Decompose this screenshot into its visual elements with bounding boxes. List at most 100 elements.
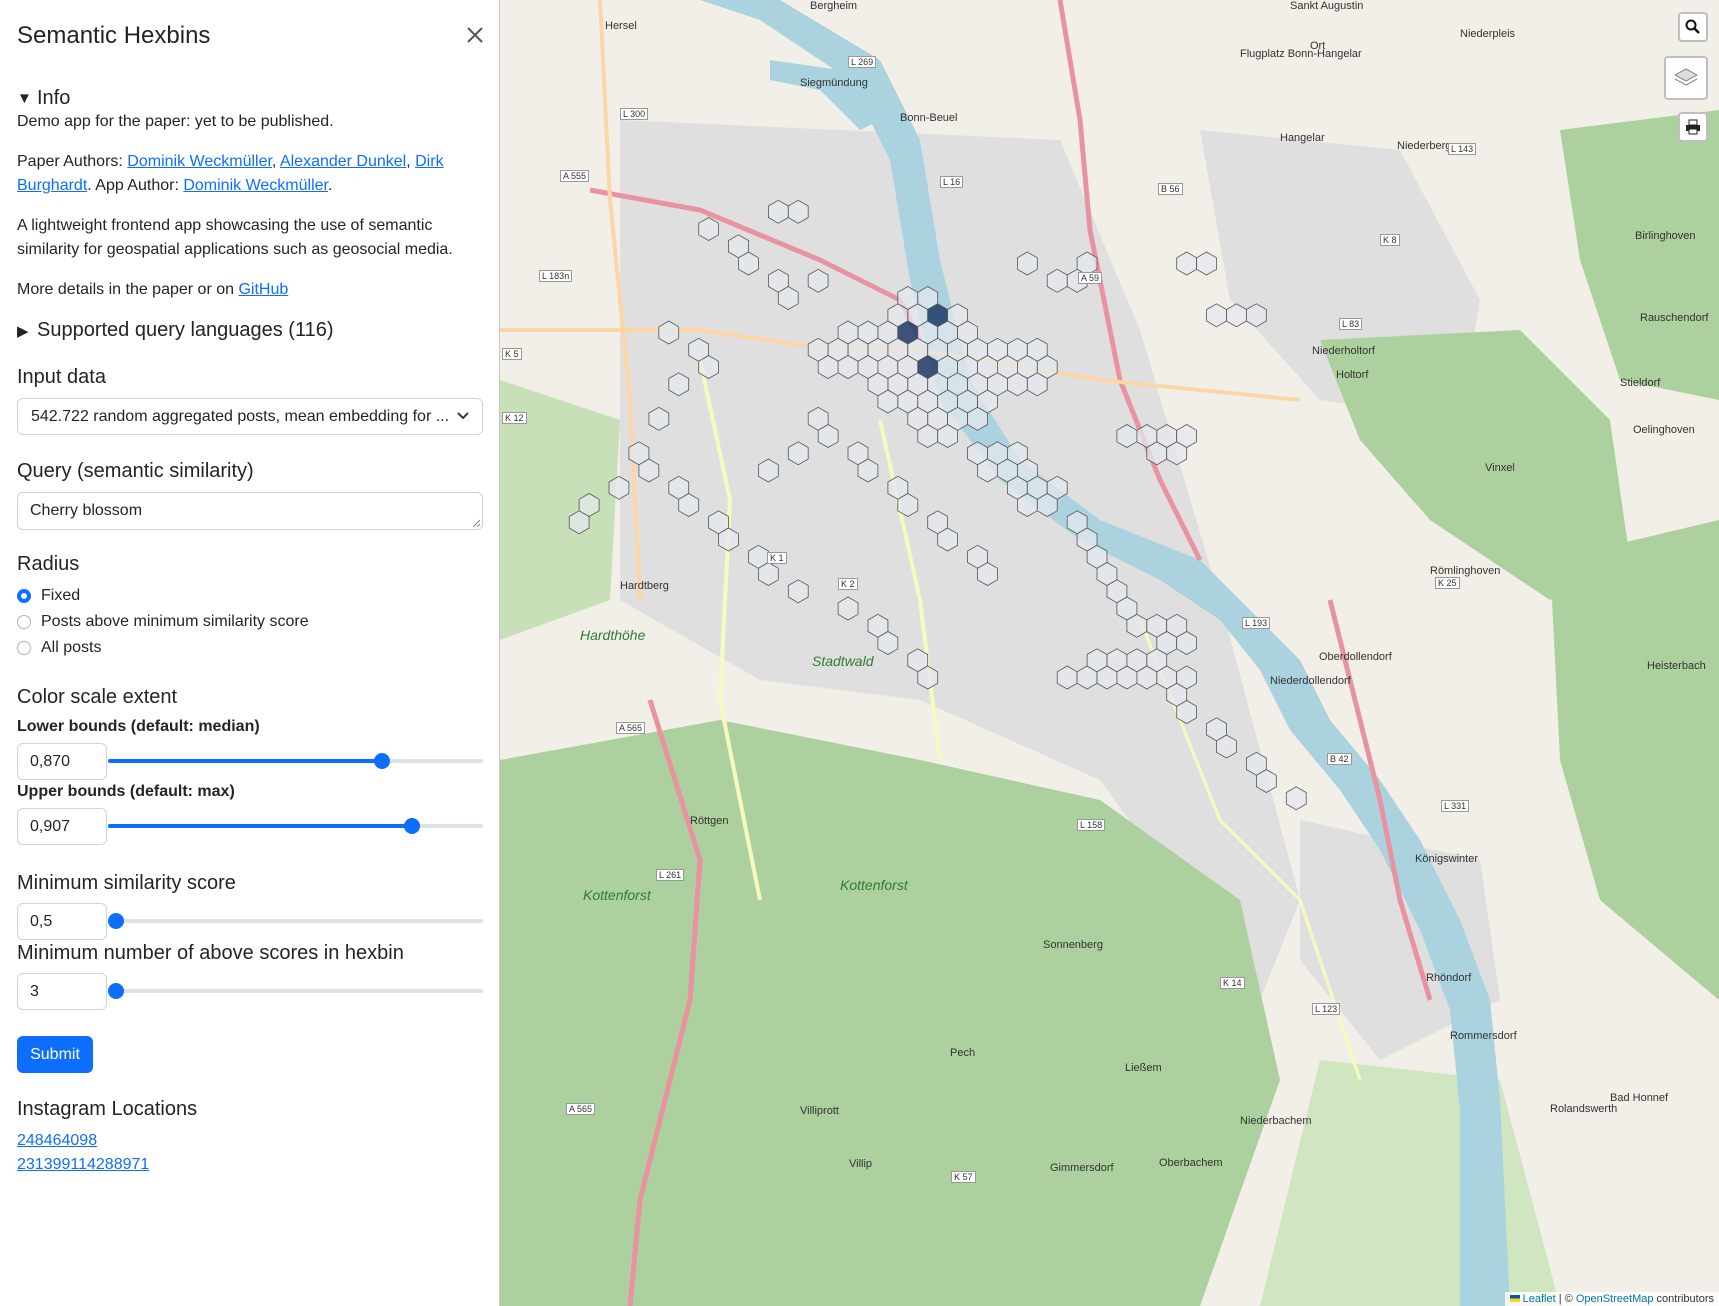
road-label: K 25 xyxy=(1435,577,1460,589)
info-summary-label: Info xyxy=(37,87,71,109)
author-separator: , xyxy=(406,153,416,170)
author-link-1[interactable]: Dominik Weckmüller xyxy=(127,153,272,170)
close-icon xyxy=(467,27,483,43)
road-label: B 42 xyxy=(1327,753,1352,765)
road-label: K 12 xyxy=(502,412,527,424)
color-scale-label: Color scale extent xyxy=(17,686,178,708)
road-label: K 2 xyxy=(838,578,858,590)
min-count-input[interactable]: 3 xyxy=(17,973,107,1010)
road-label: K 8 xyxy=(1380,234,1400,246)
attribution-separator: | © xyxy=(1555,1293,1576,1305)
map-place-label: Villiprott xyxy=(800,1105,839,1117)
map-place-label: Hardtberg xyxy=(620,580,669,592)
map-place-label: Villip xyxy=(849,1158,873,1170)
map-place-label: Niederpleis xyxy=(1460,28,1516,40)
map-place-label: Flugplatz Bonn-Hangelar xyxy=(1240,48,1362,60)
submit-button[interactable]: Submit xyxy=(17,1036,93,1073)
input-data-value: 542.722 random aggregated posts, mean em… xyxy=(31,408,450,425)
close-button[interactable] xyxy=(462,22,488,48)
road-label: K 14 xyxy=(1220,977,1245,989)
map-place-label: Sankt Augustin xyxy=(1290,0,1364,12)
authors-paragraph: Paper Authors: Dominik Weckmüller, Alexa… xyxy=(17,150,483,198)
map-place-label: Vinxel xyxy=(1485,462,1515,474)
radio-fixed[interactable]: Fixed xyxy=(17,587,80,605)
input-data-select[interactable]: 542.722 random aggregated posts, mean em… xyxy=(17,398,483,435)
query-value: Cherry blossom xyxy=(30,502,143,519)
layers-button[interactable] xyxy=(1664,56,1708,100)
print-button[interactable] xyxy=(1678,112,1708,142)
map[interactable]: Hersel Bergheim Sankt Augustin Niederpleis O… xyxy=(500,0,1719,1306)
map-place-label: Hersel xyxy=(605,20,637,32)
query-label: Query (semantic similarity) xyxy=(17,460,254,482)
languages-summary-label: Supported query languages (116) xyxy=(37,319,334,341)
slider-thumb[interactable] xyxy=(373,753,390,769)
map-place-label: Heisterbach xyxy=(1647,660,1706,672)
languages-summary[interactable]: ▶ Supported query languages (116) xyxy=(17,319,334,342)
search-icon xyxy=(1685,19,1700,34)
road-label: A 565 xyxy=(566,1103,596,1115)
radio-all-posts-label: All posts xyxy=(41,639,102,656)
map-place-label: Sonnenberg xyxy=(1043,939,1103,951)
min-count-slider[interactable] xyxy=(108,983,483,999)
map-place-label: Oberdollendorf xyxy=(1319,651,1392,663)
author-separator: , xyxy=(271,153,280,170)
map-place-label: Niederdollendorf xyxy=(1270,675,1351,687)
info-summary[interactable]: ▼ Info xyxy=(17,87,70,110)
info-line1: Demo app for the paper: yet to be publis… xyxy=(17,113,334,130)
author-link-2[interactable]: Alexander Dunkel xyxy=(280,153,406,170)
map-place-label: Oelinghoven xyxy=(1633,424,1695,436)
upper-bounds-slider[interactable] xyxy=(108,818,483,834)
leaflet-link[interactable]: Leaflet xyxy=(1523,1293,1556,1305)
info-description: A lightweight frontend app showcasing th… xyxy=(17,217,453,258)
road-label: L 193 xyxy=(1242,617,1271,629)
instagram-location-link[interactable]: 248464098 xyxy=(17,1129,97,1153)
map-place-label: Birlinghoven xyxy=(1635,230,1696,242)
sidebar: Semantic Hexbins ▼ Info Demo app for the… xyxy=(0,0,500,1306)
upper-bounds-input[interactable]: 0,907 xyxy=(17,808,107,845)
query-textarea[interactable]: Cherry blossom xyxy=(17,492,483,530)
upper-bounds-label: Upper bounds (default: max) xyxy=(17,783,235,800)
map-place-label: Niederholtorf xyxy=(1312,345,1375,357)
radio-above-min[interactable]: Posts above minimum similarity score xyxy=(17,613,309,631)
road-label: B 56 xyxy=(1158,183,1183,195)
map-place-label: Niederbachem xyxy=(1240,1115,1312,1127)
instagram-locations-label: Instagram Locations xyxy=(17,1098,198,1120)
map-place-label: Rommersdorf xyxy=(1450,1030,1517,1042)
expanded-triangle-icon: ▼ xyxy=(17,90,32,107)
road-label: A 565 xyxy=(616,722,646,734)
road-label: K 5 xyxy=(502,348,522,360)
slider-thumb[interactable] xyxy=(403,818,420,834)
map-attribution: Leaflet | © OpenStreetMap contributors xyxy=(1504,1292,1719,1306)
osm-link[interactable]: OpenStreetMap xyxy=(1576,1293,1654,1305)
attribution-tail: contributors xyxy=(1653,1293,1714,1305)
road-label: L 143 xyxy=(1448,143,1477,155)
map-place-label: Oberbachem xyxy=(1159,1157,1223,1169)
min-similarity-input[interactable]: 0,5 xyxy=(17,903,107,940)
slider-thumb[interactable] xyxy=(108,983,124,999)
map-place-label: Ließem xyxy=(1125,1062,1162,1074)
lower-bounds-slider[interactable] xyxy=(108,753,483,769)
min-similarity-slider[interactable] xyxy=(108,913,483,929)
app-author-prefix: . App Author: xyxy=(87,177,184,194)
lower-bounds-input[interactable]: 0,870 xyxy=(17,743,107,780)
radio-all-posts[interactable]: All posts xyxy=(17,639,101,657)
app-author-link[interactable]: Dominik Weckmüller xyxy=(183,177,328,194)
map-place-label: Kottenforst xyxy=(840,877,908,893)
resize-grip-icon[interactable] xyxy=(472,519,480,527)
road-label: K 57 xyxy=(951,1171,976,1183)
github-link[interactable]: GitHub xyxy=(238,281,288,298)
slider-thumb[interactable] xyxy=(108,913,124,929)
lower-bounds-label: Lower bounds (default: median) xyxy=(17,718,260,735)
map-base xyxy=(500,0,1719,1306)
print-icon xyxy=(1686,119,1700,135)
map-place-label: Bonn-Beuel xyxy=(900,112,958,124)
instagram-location-link[interactable]: 231399114288971 xyxy=(17,1153,149,1177)
road-label: L 16 xyxy=(940,176,964,188)
radio-fixed-label: Fixed xyxy=(41,587,81,604)
radio-selected-icon xyxy=(17,589,31,603)
radius-label: Radius xyxy=(17,553,80,575)
map-place-label: Pech xyxy=(950,1047,976,1059)
chevron-down-icon xyxy=(456,399,470,434)
search-button[interactable] xyxy=(1678,12,1708,42)
ukraine-flag-icon xyxy=(1509,1295,1520,1302)
